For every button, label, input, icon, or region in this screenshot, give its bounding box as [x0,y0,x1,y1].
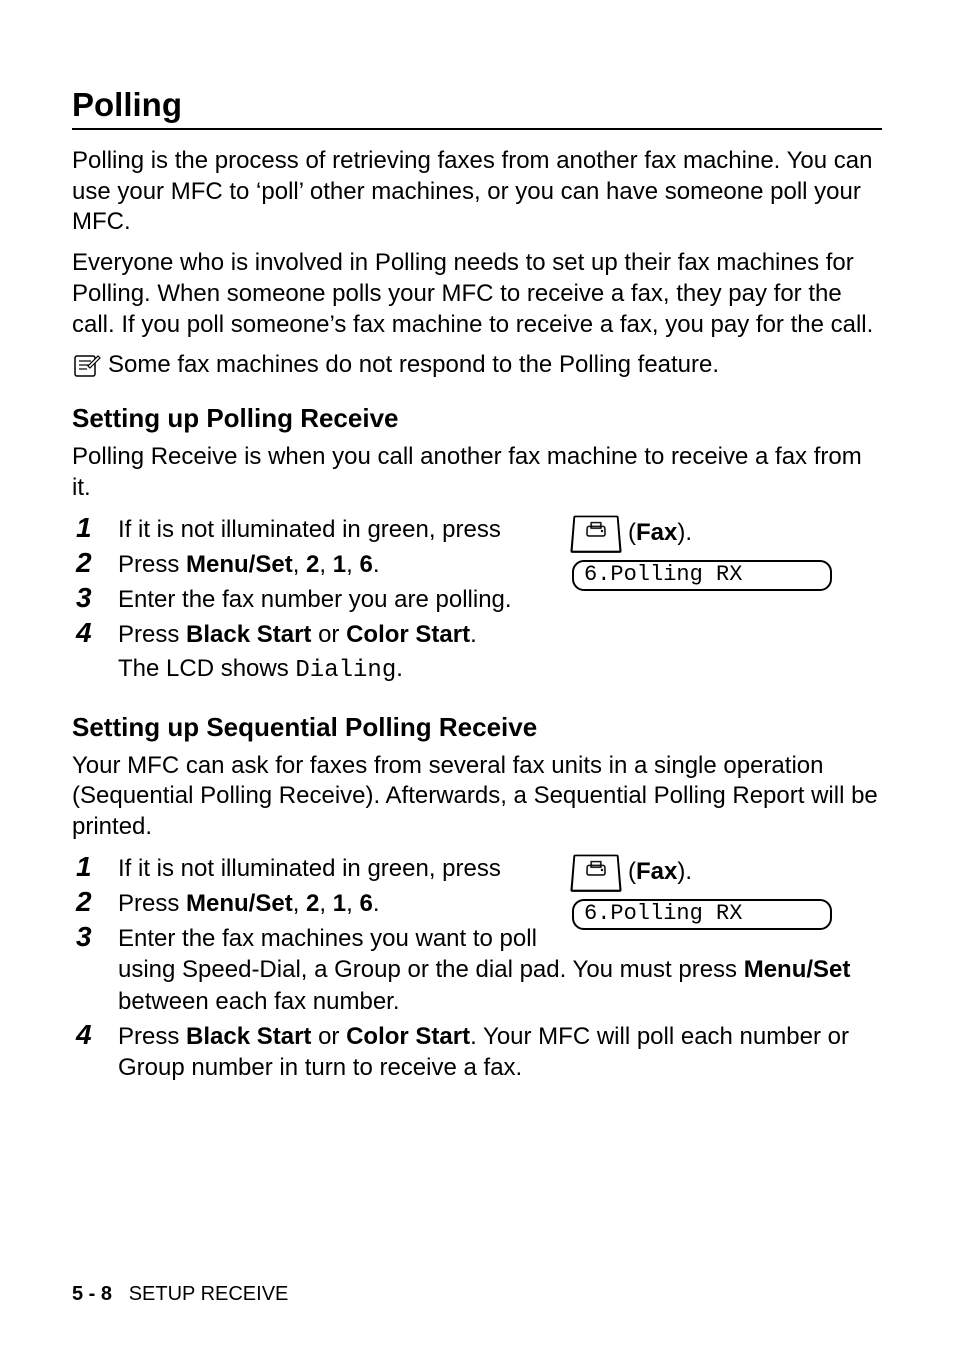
footer-section-name: SETUP RECEIVE [129,1283,289,1305]
section1-steps: 1 If it is not illuminated in green, pre… [72,514,882,686]
note-text: Some fax machines do not respond to the … [108,350,719,381]
section1-step-3: 3 Enter the fax number you are polling. [72,584,882,615]
step-text: Press Black Start or Color Start. Your M… [118,1023,849,1081]
step-text: Press Menu/Set, 2, 1, 6. [118,551,379,578]
section2-step-3: 3 Enter the fax machines you want to pol… [72,923,882,1017]
step-number: 4 [76,615,92,651]
section2-steps: 1 If it is not illuminated in green, pre… [72,853,882,1083]
step-subtext: The LCD shows Dialing. [118,653,882,686]
step-number: 1 [76,849,92,885]
note-icon [72,352,102,385]
step-number: 4 [76,1017,92,1053]
intro-paragraph-2: Everyone who is involved in Polling need… [72,248,882,340]
section2-intro: Your MFC can ask for faxes from several … [72,751,882,843]
section2-step-1: 1 If it is not illuminated in green, pre… [72,853,882,884]
step-text: If it is not illuminated in green, press [118,855,501,882]
step-text: If it is not illuminated in green, press [118,516,501,543]
step-number: 3 [76,580,92,616]
section1-step-2: 2 Press Menu/Set, 2, 1, 6. [72,549,882,580]
section1-intro: Polling Receive is when you call another… [72,442,882,503]
step-number: 2 [76,884,92,920]
section1-step-4: 4 Press Black Start or Color Start. The … [72,619,882,685]
step-text: Enter the fax number you are polling. [118,586,512,613]
section2-step-2: 2 Press Menu/Set, 2, 1, 6. [72,888,882,919]
section1-step-1: 1 If it is not illuminated in green, pre… [72,514,882,545]
page-footer: 5 - 8 SETUP RECEIVE [72,1283,288,1306]
intro-paragraph-1: Polling is the process of retrieving fax… [72,146,882,238]
title-rule [72,128,882,130]
step-text: Enter the fax machines you want to poll … [118,925,850,1014]
page-title: Polling [72,86,882,124]
section2-step-4: 4 Press Black Start or Color Start. Your… [72,1021,882,1083]
step-number: 3 [76,919,92,955]
footer-page-number: 5 - 8 [72,1283,112,1305]
step-text: Press Menu/Set, 2, 1, 6. [118,890,379,917]
step-number: 1 [76,510,92,546]
step-text: Press Black Start or Color Start. [118,621,477,648]
section-heading-polling-receive: Setting up Polling Receive [72,403,882,434]
section-heading-sequential-polling: Setting up Sequential Polling Receive [72,712,882,743]
note-callout: Some fax machines do not respond to the … [72,350,882,385]
step-number: 2 [76,545,92,581]
